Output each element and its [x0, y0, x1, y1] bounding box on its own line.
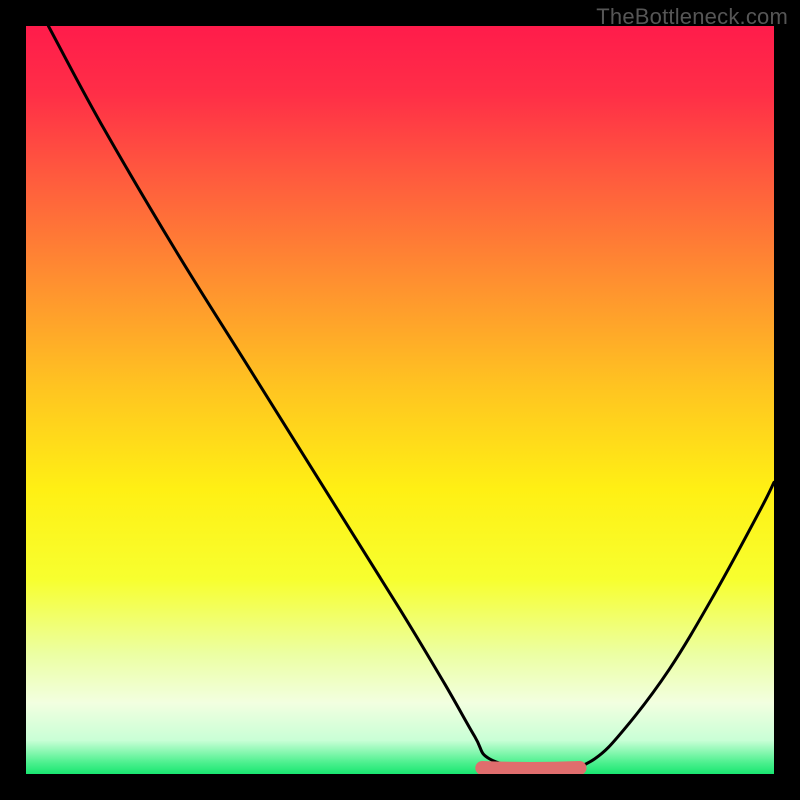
optimal-range-marker — [482, 768, 579, 769]
bottleneck-curve — [48, 26, 774, 772]
curve-layer — [26, 26, 774, 774]
watermark-text: TheBottleneck.com — [596, 4, 788, 30]
chart-stage: TheBottleneck.com — [0, 0, 800, 800]
plot-area — [26, 26, 774, 774]
